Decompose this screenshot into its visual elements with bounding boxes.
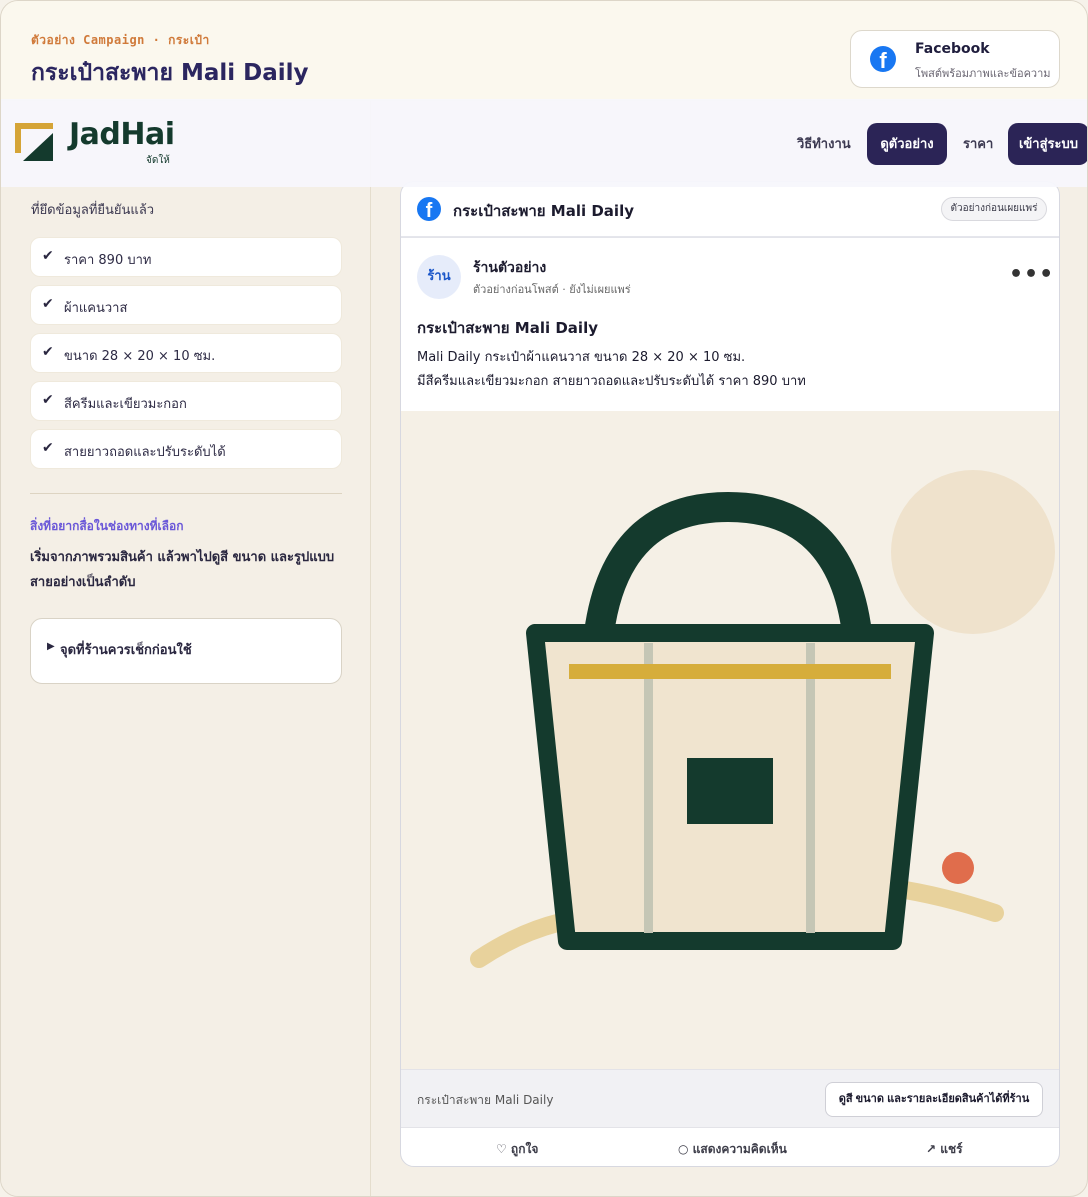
link-preview-bar: กระเป๋าสะพาย Mali Daily ดูสี ขนาด และราย… — [401, 1069, 1059, 1127]
fact-item: ✔ ผ้าแคนวาส — [30, 285, 342, 325]
fact-text: สีครีมและเขียวมะกอก — [64, 397, 187, 412]
post-body: Mali Daily กระเป๋าผ้าแคนวาส ขนาด 28 × 20… — [417, 346, 1037, 394]
preview-title: กระเป๋าสะพาย Mali Daily — [453, 202, 634, 220]
facts-intro: ที่ยึดข้อมูลที่ยืนยันแล้ว — [31, 203, 155, 218]
bg-circle — [891, 470, 1055, 634]
fact-text: สายยาวถอดและปรับระดับได้ — [64, 445, 226, 460]
check-icon: ✔ — [42, 440, 54, 456]
bag-handle — [584, 491, 872, 636]
fact-item: ✔ ขนาด 28 × 20 × 10 ซม. — [30, 333, 342, 373]
site-navbar: JadHai จัดให้ วิธีทำงาน ดูตัวอย่าง ราคา … — [1, 99, 1087, 187]
fact-text: ขนาด 28 × 20 × 10 ซม. — [64, 349, 216, 364]
facebook-icon: f — [417, 197, 441, 221]
checklist-label: จุดที่ร้านควรเช็กก่อนใช้ — [60, 643, 192, 658]
check-icon: ✔ — [42, 296, 54, 312]
campaign-header: ตัวอย่าง Campaign · กระเป๋า กระเป๋าสะพาย… — [1, 1, 1087, 101]
preview-header: f กระเป๋าสะพาย Mali Daily ตัวอย่างก่อนเผ… — [401, 182, 1059, 237]
like-button[interactable]: ♡ ถูกใจ — [496, 1140, 538, 1159]
post-body-line: Mali Daily กระเป๋าผ้าแคนวาส ขนาด 28 × 20… — [417, 350, 746, 365]
bag-seam — [644, 643, 653, 933]
triangle-right-icon: ▶ — [47, 641, 55, 652]
comment-button[interactable]: ○ แสดงความคิดเห็น — [678, 1140, 787, 1159]
check-icon: ✔ — [42, 248, 54, 264]
bag-pocket — [687, 758, 773, 824]
nav-price-link[interactable]: ราคา — [963, 133, 993, 154]
nav-login-button[interactable]: เข้าสู่ระบบ — [1008, 123, 1087, 165]
goal-label: สิ่งที่อยากสื่อในช่องทางที่เลือก — [30, 519, 184, 533]
nav-how-it-works-link[interactable]: วิธีทำงาน — [797, 133, 851, 154]
check-icon: ✔ — [42, 392, 54, 408]
accent-dot — [942, 852, 974, 884]
brand-tagline: จัดให้ — [146, 155, 170, 166]
avatar[interactable]: ร้าน — [417, 255, 461, 299]
shop-name[interactable]: ร้านตัวอย่าง — [473, 257, 546, 279]
brand-logo-icon[interactable] — [15, 123, 55, 161]
status-badge: ตัวอย่างก่อนเผยแพร่ — [941, 197, 1047, 221]
link-title: กระเป๋าสะพาย Mali Daily — [417, 1093, 554, 1107]
check-icon: ✔ — [42, 344, 54, 360]
app-frame: ตัวอย่าง Campaign · กระเป๋า กระเป๋าสะพาย… — [0, 0, 1088, 1197]
channel-card-facebook[interactable]: f Facebook โพสต์พร้อมภาพและข้อความ — [850, 30, 1060, 88]
divider — [30, 493, 342, 494]
brand-name[interactable]: JadHai — [69, 117, 175, 152]
page-title: กระเป๋าสะพาย Mali Daily — [31, 60, 309, 86]
more-options-icon[interactable]: ••• — [1009, 262, 1054, 287]
facebook-icon: f — [870, 46, 896, 72]
shop-link-button[interactable]: ดูสี ขนาด และรายละเอียดสินค้าได้ที่ร้าน — [825, 1082, 1043, 1117]
channel-subtitle: โพสต์พร้อมภาพและข้อความ — [915, 67, 1051, 80]
post-meta: ตัวอย่างก่อนโพสต์ · ยังไม่เผยแพร่ — [473, 283, 631, 296]
bag-seam — [806, 643, 815, 933]
fact-item: ✔ สายยาวถอดและปรับระดับได้ — [30, 429, 342, 469]
checklist-toggle[interactable]: ▶ จุดที่ร้านควรเช็กก่อนใช้ — [30, 618, 342, 684]
share-button[interactable]: ↗ แชร์ — [926, 1140, 963, 1159]
campaign-eyebrow: ตัวอย่าง Campaign · กระเป๋า — [31, 33, 210, 47]
product-image-tote-bag — [401, 411, 1059, 1069]
post-title: กระเป๋าสะพาย Mali Daily — [417, 319, 598, 337]
fact-item: ✔ ราคา 890 บาท — [30, 237, 342, 277]
post-body-line: มีสีครีมและเขียวมะกอก สายยาวถอดและปรับระ… — [417, 374, 806, 389]
fact-text: ราคา 890 บาท — [64, 253, 152, 268]
nav-demo-button[interactable]: ดูตัวอย่าง — [867, 123, 947, 165]
facts-panel: ที่ยึดข้อมูลที่ยืนยันแล้ว ✔ ราคา 890 บาท… — [1, 101, 371, 1196]
goal-text: เริ่มจากภาพรวมสินค้า แล้วพาไปดูสี ขนาด แ… — [30, 550, 335, 590]
post-action-bar: ♡ ถูกใจ ○ แสดงความคิดเห็น ↗ แชร์ — [401, 1127, 1059, 1166]
facebook-preview-card: f กระเป๋าสะพาย Mali Daily ตัวอย่างก่อนเผ… — [400, 181, 1060, 1167]
bag-stripe — [569, 664, 891, 679]
channel-name: Facebook — [915, 41, 990, 57]
fact-item: ✔ สีครีมและเขียวมะกอก — [30, 381, 342, 421]
facebook-post: ร้าน ร้านตัวอย่าง ตัวอย่างก่อนโพสต์ · ยั… — [401, 237, 1059, 1166]
fact-text: ผ้าแคนวาส — [64, 301, 128, 316]
